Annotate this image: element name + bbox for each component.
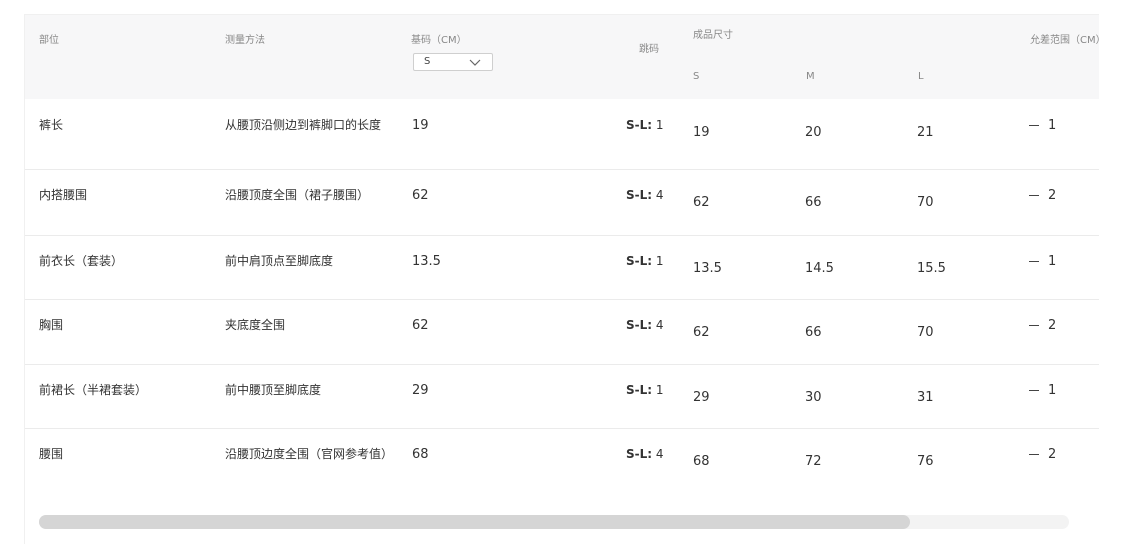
cell-step: S-L: 1 bbox=[626, 381, 664, 400]
cell-step: S-L: 4 bbox=[626, 445, 664, 464]
cell-size-m: 66 bbox=[805, 195, 822, 210]
minus-icon bbox=[1029, 125, 1039, 126]
step-value: 1 bbox=[655, 383, 664, 397]
table-header: 部位 测量方法 基码（CM） S 跳码 成品尺寸 S M L 允差范围（CM） bbox=[25, 15, 1099, 99]
cell-base-size: 19 bbox=[412, 118, 429, 133]
cell-size-s: 29 bbox=[693, 390, 710, 405]
cell-tolerance: 2 bbox=[1029, 316, 1056, 335]
cell-part: 腰围 bbox=[39, 447, 64, 461]
tolerance-value: 1 bbox=[1048, 383, 1057, 398]
step-value: 1 bbox=[655, 254, 664, 268]
header-part: 部位 bbox=[39, 35, 59, 46]
chevron-down-icon bbox=[469, 59, 481, 66]
header-method: 测量方法 bbox=[225, 35, 265, 46]
cell-size-s: 62 bbox=[693, 325, 710, 340]
cell-method: 夹底度全围 bbox=[225, 318, 286, 332]
step-value: 4 bbox=[655, 188, 664, 202]
base-size-select-value: S bbox=[424, 56, 431, 67]
tolerance-value: 2 bbox=[1048, 447, 1057, 462]
horizontal-scrollbar[interactable] bbox=[39, 515, 1069, 529]
cell-size-l: 21 bbox=[917, 125, 934, 140]
cell-size-l: 70 bbox=[917, 195, 934, 210]
step-value: 4 bbox=[655, 447, 664, 461]
cell-method: 前中腰顶至脚底度 bbox=[225, 383, 322, 397]
tolerance-value: 1 bbox=[1048, 118, 1057, 133]
size-chart-page: 部位 测量方法 基码（CM） S 跳码 成品尺寸 S M L 允差范围（CM） … bbox=[0, 0, 1147, 544]
cell-size-l: 76 bbox=[917, 454, 934, 469]
table-row: 前裙长（半裙套装） 前中腰顶至脚底度 29 S-L: 1 29 30 31 1 bbox=[25, 364, 1099, 429]
minus-icon bbox=[1029, 195, 1039, 196]
table-row: 腰围 沿腰顶边度全围（官网参考值） 68 S-L: 4 68 72 76 2 bbox=[25, 428, 1099, 498]
cell-step: S-L: 1 bbox=[626, 116, 664, 135]
minus-icon bbox=[1029, 325, 1039, 326]
cell-size-s: 62 bbox=[693, 195, 710, 210]
cell-size-m: 14.5 bbox=[805, 261, 834, 276]
table-row: 前衣长（套装） 前中肩顶点至脚底度 13.5 S-L: 1 13.5 14.5 15.5 1 bbox=[25, 235, 1099, 300]
cell-step: S-L: 4 bbox=[626, 316, 664, 335]
cell-tolerance: 1 bbox=[1029, 116, 1056, 135]
tolerance-value: 2 bbox=[1048, 318, 1057, 333]
cell-part: 前衣长（套装） bbox=[39, 254, 124, 268]
cell-base-size: 13.5 bbox=[412, 254, 441, 269]
cell-size-l: 70 bbox=[917, 325, 934, 340]
cell-size-m: 20 bbox=[805, 125, 822, 140]
cell-tolerance: 2 bbox=[1029, 445, 1056, 464]
table-row: 裤长 从腰顶沿侧边到裤脚口的长度 19 S-L: 1 19 20 21 1 bbox=[25, 99, 1099, 170]
table-row: 胸围 夹底度全围 62 S-L: 4 62 66 70 2 bbox=[25, 299, 1099, 365]
cell-method: 前中肩顶点至脚底度 bbox=[225, 254, 334, 268]
step-label: S-L: bbox=[626, 188, 653, 202]
cell-method: 沿腰顶度全围（裙子腰围） bbox=[225, 188, 370, 202]
step-value: 4 bbox=[655, 318, 664, 332]
step-label: S-L: bbox=[626, 447, 653, 461]
cell-size-m: 66 bbox=[805, 325, 822, 340]
cell-size-s: 19 bbox=[693, 125, 710, 140]
header-step: 跳码 bbox=[639, 44, 659, 55]
cell-size-l: 15.5 bbox=[917, 261, 946, 276]
cell-base-size: 68 bbox=[412, 447, 429, 462]
tolerance-value: 1 bbox=[1048, 254, 1057, 269]
header-size-s: S bbox=[693, 71, 700, 82]
tolerance-value: 2 bbox=[1048, 188, 1057, 203]
cell-tolerance: 1 bbox=[1029, 381, 1056, 400]
cell-size-s: 13.5 bbox=[693, 261, 722, 276]
cell-base-size: 62 bbox=[412, 318, 429, 333]
cell-tolerance: 2 bbox=[1029, 186, 1056, 205]
step-label: S-L: bbox=[626, 318, 653, 332]
header-size-m: M bbox=[806, 71, 815, 82]
scrollbar-thumb[interactable] bbox=[39, 515, 910, 529]
step-label: S-L: bbox=[626, 118, 653, 132]
step-label: S-L: bbox=[626, 383, 653, 397]
header-size-l: L bbox=[918, 71, 924, 82]
header-finished-size: 成品尺寸 bbox=[693, 30, 733, 41]
cell-step: S-L: 4 bbox=[626, 186, 664, 205]
cell-size-s: 68 bbox=[693, 454, 710, 469]
minus-icon bbox=[1029, 261, 1039, 262]
cell-part: 前裙长（半裙套装） bbox=[39, 383, 148, 397]
cell-size-l: 31 bbox=[917, 390, 934, 405]
header-base-size: 基码（CM） bbox=[411, 35, 467, 46]
cell-size-m: 30 bbox=[805, 390, 822, 405]
cell-part: 内搭腰围 bbox=[39, 188, 88, 202]
step-value: 1 bbox=[655, 118, 664, 132]
cell-step: S-L: 1 bbox=[626, 252, 664, 271]
base-size-select[interactable]: S bbox=[413, 53, 493, 71]
cell-base-size: 29 bbox=[412, 383, 429, 398]
step-label: S-L: bbox=[626, 254, 653, 268]
minus-icon bbox=[1029, 454, 1039, 455]
cell-tolerance: 1 bbox=[1029, 252, 1056, 271]
cell-part: 胸围 bbox=[39, 318, 64, 332]
minus-icon bbox=[1029, 390, 1039, 391]
size-chart-table: 部位 测量方法 基码（CM） S 跳码 成品尺寸 S M L 允差范围（CM） … bbox=[24, 14, 1099, 544]
cell-part: 裤长 bbox=[39, 118, 64, 132]
table-row: 内搭腰围 沿腰顶度全围（裙子腰围） 62 S-L: 4 62 66 70 2 bbox=[25, 169, 1099, 236]
cell-method: 从腰顶沿侧边到裤脚口的长度 bbox=[225, 118, 382, 132]
cell-method: 沿腰顶边度全围（官网参考值） bbox=[225, 447, 394, 461]
cell-size-m: 72 bbox=[805, 454, 822, 469]
cell-base-size: 62 bbox=[412, 188, 429, 203]
header-tolerance: 允差范围（CM） bbox=[1030, 35, 1099, 46]
